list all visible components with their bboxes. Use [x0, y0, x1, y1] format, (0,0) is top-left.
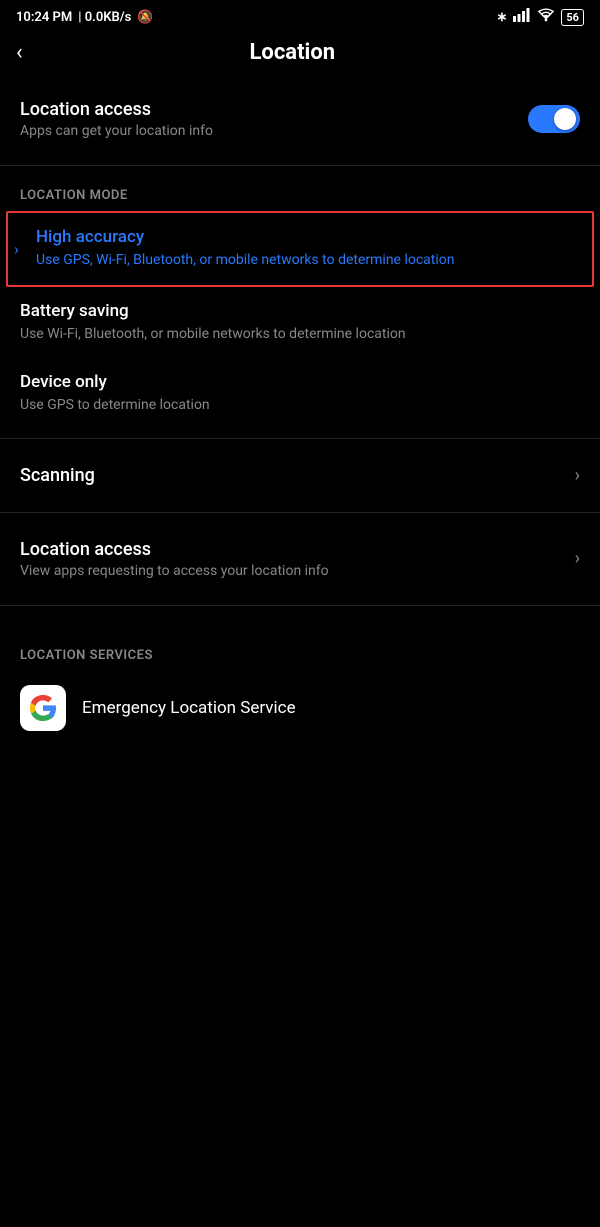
divider-3 — [0, 512, 600, 513]
location-access-label: Location access — [20, 99, 213, 120]
network-speed: | 0.0KB/s — [78, 10, 131, 25]
location-access-toggle-row: Location access Apps can get your locati… — [0, 81, 600, 157]
location-access-row[interactable]: Location access View apps requesting to … — [0, 521, 600, 597]
location-access-row-label: Location access — [20, 539, 329, 560]
location-services-section-label: LOCATION SERVICES — [0, 634, 600, 671]
emergency-location-label: Emergency Location Service — [82, 698, 296, 718]
location-access-chevron-icon: › — [575, 548, 580, 569]
divider-1 — [0, 165, 600, 166]
mode-device-only[interactable]: Device only Use GPS to determine locatio… — [0, 358, 600, 430]
mode-battery-saving-title: Battery saving — [20, 301, 580, 321]
page-header: ‹ Location — [0, 30, 600, 81]
emergency-location-service-row[interactable]: Emergency Location Service — [0, 671, 600, 745]
scanning-text: Scanning — [20, 465, 95, 486]
time-text: 10:24 PM — [16, 10, 72, 25]
scanning-label: Scanning — [20, 465, 95, 486]
mode-high-accuracy-sub: Use GPS, Wi-Fi, Bluetooth, or mobile net… — [36, 251, 572, 271]
mode-high-accuracy[interactable]: › High accuracy Use GPS, Wi-Fi, Bluetoot… — [6, 211, 594, 287]
back-button[interactable]: ‹ — [16, 40, 23, 65]
mode-battery-saving[interactable]: Battery saving Use Wi-Fi, Bluetooth, or … — [0, 287, 600, 359]
scanning-row[interactable]: Scanning › — [0, 447, 600, 504]
mode-battery-saving-sub: Use Wi-Fi, Bluetooth, or mobile networks… — [20, 325, 580, 345]
signal-icon — [513, 8, 531, 26]
location-access-toggle[interactable] — [528, 105, 580, 133]
status-bar: 10:24 PM | 0.0KB/s 🔕 ∗ 56 — [0, 0, 600, 30]
status-right: ∗ 56 — [496, 8, 584, 26]
mode-device-only-title: Device only — [20, 372, 580, 392]
mode-high-accuracy-title: High accuracy — [36, 227, 572, 247]
location-access-text: Location access Apps can get your locati… — [20, 99, 213, 139]
location-access-row-sub: View apps requesting to access your loca… — [20, 563, 329, 579]
scanning-chevron-icon: › — [575, 465, 580, 486]
wifi-icon — [537, 8, 555, 26]
location-access-subtitle: Apps can get your location info — [20, 123, 213, 139]
divider-2 — [0, 438, 600, 439]
bluetooth-icon: ∗ — [496, 10, 507, 25]
divider-4 — [0, 605, 600, 606]
status-left: 10:24 PM | 0.0KB/s 🔕 — [16, 10, 154, 25]
page-title: Location — [39, 40, 546, 65]
battery-indicator: 56 — [561, 9, 584, 26]
location-mode-section-label: LOCATION MODE — [0, 174, 600, 211]
mode-device-only-sub: Use GPS to determine location — [20, 396, 580, 416]
chevron-left-icon: › — [14, 239, 19, 258]
location-access-row-text: Location access View apps requesting to … — [20, 539, 329, 579]
google-icon — [20, 685, 66, 731]
mute-icon: 🔕 — [137, 10, 153, 25]
